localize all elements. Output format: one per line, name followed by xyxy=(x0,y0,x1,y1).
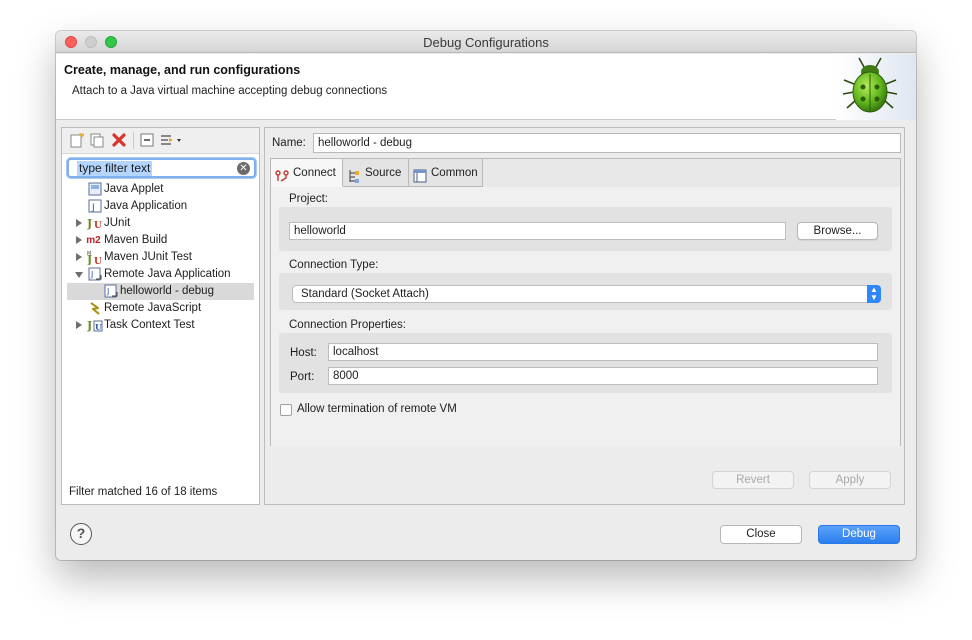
svg-text:J: J xyxy=(91,203,95,213)
tree-item-remote-java-application[interactable]: J Remote Java Application xyxy=(62,266,259,283)
tree-item-java-applet[interactable]: Java Applet xyxy=(62,181,259,198)
svg-text:U: U xyxy=(94,221,102,230)
filter-menu-icon[interactable] xyxy=(158,131,184,149)
header-banner: Create, manage, and run configurations A… xyxy=(56,54,916,120)
tab-label: Source xyxy=(365,167,402,179)
banner-title: Create, manage, and run configurations xyxy=(64,63,301,77)
tree-item-remote-javascript[interactable]: Remote JavaScript xyxy=(62,300,259,317)
svg-text:J: J xyxy=(90,270,93,279)
debug-button[interactable]: Debug xyxy=(818,525,900,544)
project-input[interactable]: helloworld xyxy=(289,222,786,240)
tree-item-maven-build[interactable]: m2 Maven Build xyxy=(62,232,259,249)
tree-item-label: Maven Build xyxy=(104,234,168,246)
config-tree: Java Applet J Java Application JU JUnit … xyxy=(62,181,259,334)
browse-button[interactable]: Browse... xyxy=(797,222,878,240)
close-button[interactable]: Close xyxy=(720,525,802,544)
tree-item-helloworld-debug[interactable]: J helloworld - debug xyxy=(67,283,254,300)
expand-arrow-icon[interactable] xyxy=(76,321,82,329)
svg-text:J: J xyxy=(87,319,92,332)
duplicate-config-icon[interactable] xyxy=(88,131,106,149)
port-label: Port: xyxy=(290,371,315,383)
svg-text:J: J xyxy=(106,287,109,296)
tree-item-label: Remote Java Application xyxy=(104,268,231,280)
tree-item-label: Remote JavaScript xyxy=(104,302,202,314)
svg-text:U: U xyxy=(95,322,102,332)
svg-text:U: U xyxy=(94,257,102,265)
allow-termination-label: Allow termination of remote VM xyxy=(297,403,457,415)
help-icon[interactable]: ? xyxy=(70,523,92,545)
allow-termination-checkbox[interactable] xyxy=(280,404,292,416)
maven-junit-icon: MJU xyxy=(86,250,102,267)
remote-java-config-icon: J xyxy=(103,284,118,299)
connect-tab-content: Project: helloworld Browse... Connection… xyxy=(271,187,900,446)
tree-item-task-context-test[interactable]: JU Task Context Test xyxy=(62,317,259,334)
expand-arrow-icon[interactable] xyxy=(76,253,82,261)
junit-icon: JU xyxy=(86,216,102,231)
collapse-arrow-icon[interactable] xyxy=(75,272,83,278)
tab-label: Connect xyxy=(293,167,336,179)
filter-status: Filter matched 16 of 18 items xyxy=(69,486,218,498)
tab-source[interactable]: Source xyxy=(343,159,409,187)
launch-config-list-panel: type filter text ✕ Java Applet J Java Ap… xyxy=(61,127,260,505)
tree-item-maven-junit-test[interactable]: MJU Maven JUnit Test xyxy=(62,249,259,267)
tab-bar: Connect Source Common xyxy=(271,159,900,187)
clear-filter-icon[interactable]: ✕ xyxy=(237,162,250,175)
host-input[interactable]: localhost xyxy=(328,343,878,361)
connect-icon xyxy=(275,166,289,182)
delete-config-icon[interactable] xyxy=(110,131,128,149)
connection-type-value: Standard (Socket Attach) xyxy=(301,288,429,300)
name-label: Name: xyxy=(272,137,306,149)
host-label: Host: xyxy=(290,347,317,359)
tab-common[interactable]: Common xyxy=(409,159,483,187)
connection-type-group: Standard (Socket Attach) ▲ ▼ xyxy=(279,273,892,310)
project-label: Project: xyxy=(289,193,328,205)
task-context-icon: JU xyxy=(86,318,103,333)
debug-configurations-dialog: Debug Configurations Create, manage, and… xyxy=(56,31,916,560)
source-icon xyxy=(347,166,361,183)
connection-props-label: Connection Properties: xyxy=(289,319,406,331)
common-icon xyxy=(413,166,427,183)
config-editor-panel: Name: helloworld - debug Connect Source xyxy=(264,127,905,505)
project-group: helloworld Browse... xyxy=(279,207,892,251)
java-applet-icon xyxy=(87,182,102,197)
collapse-all-icon[interactable] xyxy=(138,131,156,149)
tree-item-label: Maven JUnit Test xyxy=(104,251,192,263)
tree-item-junit[interactable]: JU JUnit xyxy=(62,215,259,232)
apply-button[interactable]: Apply xyxy=(809,471,891,489)
filter-input[interactable]: type filter text ✕ xyxy=(67,158,256,178)
tab-label: Common xyxy=(431,167,478,179)
select-stepper-icon: ▲ ▼ xyxy=(867,285,881,303)
connection-type-select[interactable]: Standard (Socket Attach) ▲ ▼ xyxy=(292,285,881,303)
svg-text:J: J xyxy=(87,253,92,265)
filter-input-text: type filter text xyxy=(77,161,153,176)
config-name-input[interactable]: helloworld - debug xyxy=(313,133,901,153)
tree-item-label: Java Applet xyxy=(104,183,164,195)
tree-item-java-application[interactable]: J Java Application xyxy=(62,198,259,215)
debug-bug-icon xyxy=(836,54,916,120)
config-list-toolbar xyxy=(62,128,259,154)
config-tabs: Connect Source Common Project: helloworl… xyxy=(270,158,901,446)
tab-connect[interactable]: Connect xyxy=(271,159,343,187)
tree-item-label: helloworld - debug xyxy=(120,285,214,297)
expand-arrow-icon[interactable] xyxy=(76,236,82,244)
java-application-icon: J xyxy=(87,199,102,214)
svg-text:J: J xyxy=(87,217,92,230)
connection-props-group: Host: localhost Port: 8000 xyxy=(279,333,892,393)
window-title: Debug Configurations xyxy=(423,35,549,50)
tree-item-label: JUnit xyxy=(104,217,131,229)
connection-type-label: Connection Type: xyxy=(289,259,379,271)
remote-java-app-icon: J xyxy=(87,267,102,282)
expand-arrow-icon[interactable] xyxy=(76,219,82,227)
revert-button[interactable]: Revert xyxy=(712,471,794,489)
tree-item-label: Task Context Test xyxy=(104,319,195,331)
maven-m2-icon: m2 xyxy=(86,235,101,246)
remote-javascript-icon xyxy=(87,301,102,316)
port-input[interactable]: 8000 xyxy=(328,367,878,385)
banner-message: Attach to a Java virtual machine accepti… xyxy=(72,85,388,97)
tree-item-label: Java Application xyxy=(104,200,188,212)
titlebar: Debug Configurations xyxy=(56,31,916,53)
new-config-icon[interactable] xyxy=(68,131,86,149)
